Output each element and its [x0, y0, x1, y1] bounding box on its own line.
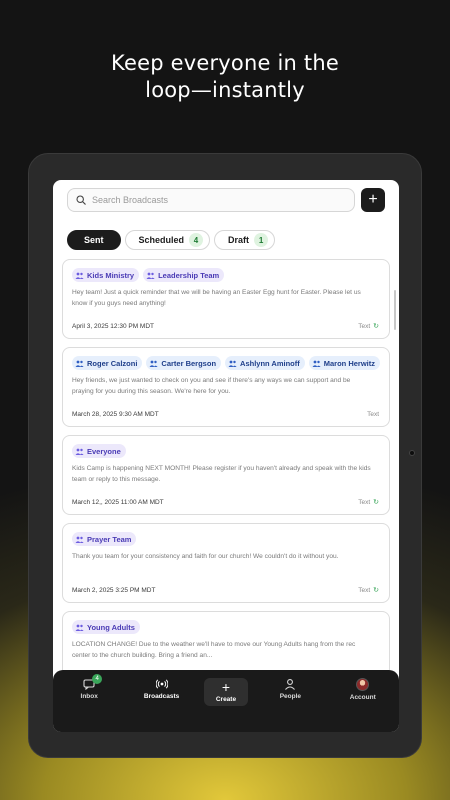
- broadcast-message: Hey friends, we just wanted to check on …: [72, 377, 351, 395]
- person-chip: Ashlynn Aminoff: [225, 356, 305, 370]
- group-chip: Kids Ministry: [72, 268, 140, 282]
- group-icon: [146, 272, 155, 279]
- broadcast-list: Kids Ministry Leadership Team Hey team! …: [62, 259, 390, 679]
- app-screen: + Sent Scheduled 4 Draft 1 Kids Minis: [53, 180, 399, 732]
- broadcast-message: Thank you team for your consistency and …: [72, 553, 339, 560]
- recipient-chips: Young Adults: [72, 620, 140, 634]
- nav-people-label: People: [279, 693, 302, 700]
- chip-label: Prayer Team: [87, 534, 132, 544]
- group-icon: [75, 536, 84, 543]
- broadcast-type-label: Text: [367, 411, 379, 418]
- nav-account[interactable]: Account: [333, 678, 393, 701]
- broadcast-card[interactable]: Young Adults LOCATION CHANGE! Due to the…: [62, 611, 390, 679]
- tab-scheduled-label: Scheduled: [138, 235, 185, 245]
- scrollbar[interactable]: [394, 290, 396, 330]
- bottom-nav: 4 Inbox Broadcasts + Create People Accou…: [53, 670, 399, 732]
- tab-sent[interactable]: Sent: [67, 230, 121, 250]
- chip-label: Maron Herwitz: [323, 358, 376, 368]
- broadcast-icon: [155, 679, 168, 689]
- headline: Keep everyone in the loop—instantly: [0, 50, 450, 104]
- group-chip: Young Adults: [72, 620, 140, 634]
- tablet-frame: + Sent Scheduled 4 Draft 1 Kids Minis: [28, 153, 422, 758]
- nav-broadcasts[interactable]: Broadcasts: [132, 678, 192, 700]
- broadcast-type-label: Text: [358, 586, 371, 594]
- group-icon: [75, 360, 84, 367]
- broadcast-date: March 2, 2025 3:25 PM MDT: [72, 587, 156, 594]
- search-icon: [76, 195, 86, 205]
- nav-inbox-label: Inbox: [80, 693, 98, 700]
- search-row: +: [67, 188, 385, 212]
- headline-line-2: loop—instantly: [145, 78, 305, 102]
- recipient-chips: Prayer Team: [72, 532, 137, 546]
- nav-create[interactable]: + Create: [203, 678, 248, 706]
- group-icon: [75, 272, 84, 279]
- broadcast-type: Text ↻: [358, 322, 379, 331]
- scheduled-count-badge: 4: [189, 233, 204, 247]
- nav-inbox[interactable]: 4 Inbox: [59, 674, 119, 700]
- broadcast-card[interactable]: Everyone Kids Camp is happening NEXT MON…: [62, 435, 390, 515]
- tab-scheduled[interactable]: Scheduled 4: [124, 230, 211, 250]
- chip-label: Young Adults: [87, 622, 135, 632]
- broadcast-message: Kids Camp is happening NEXT MONTH! Pleas…: [72, 465, 371, 483]
- group-icon: [228, 360, 237, 367]
- broadcast-date: March 12,, 2025 11:00 AM MDT: [72, 499, 164, 506]
- headline-line-1: Keep everyone in the: [111, 51, 339, 75]
- group-icon: [75, 624, 84, 631]
- group-chip: Prayer Team: [72, 532, 137, 546]
- chip-label: Kids Ministry: [87, 270, 135, 280]
- inbox-badge: 4: [92, 674, 103, 684]
- group-chip: Everyone: [72, 444, 126, 458]
- broadcast-type: Text ↻: [358, 498, 379, 507]
- broadcast-message: LOCATION CHANGE! Due to the weather we'l…: [72, 641, 356, 659]
- recipient-chips: Kids Ministry Leadership Team: [72, 268, 225, 282]
- sync-icon: ↻: [373, 587, 379, 594]
- broadcast-card[interactable]: Prayer Team Thank you team for your cons…: [62, 523, 390, 603]
- person-chip: Carter Bergson: [146, 356, 222, 370]
- group-icon: [149, 360, 159, 367]
- nav-account-label: Account: [349, 694, 376, 701]
- person-chip: Maron Herwitz: [308, 356, 381, 370]
- broadcast-message: Hey team! Just a quick reminder that we …: [72, 289, 361, 307]
- person-icon: [285, 679, 296, 690]
- sync-icon: ↻: [373, 323, 379, 330]
- broadcast-type-label: Text: [358, 322, 371, 330]
- person-chip: Roger Calzoni: [72, 356, 143, 370]
- recipient-chips: Roger Calzoni Carter Bergson Ashlynn Ami…: [72, 356, 381, 370]
- broadcast-card[interactable]: Kids Ministry Leadership Team Hey team! …: [62, 259, 390, 339]
- tab-sent-label: Sent: [84, 235, 104, 245]
- chip-label: Roger Calzoni: [87, 358, 138, 368]
- search-input[interactable]: [92, 195, 332, 205]
- group-icon: [75, 448, 84, 455]
- broadcast-type-label: Text: [358, 498, 371, 506]
- broadcast-tabs: Sent Scheduled 4 Draft 1: [67, 230, 276, 250]
- recipient-chips: Everyone: [72, 444, 126, 458]
- broadcast-date: April 3, 2025 12:30 PM MDT: [72, 323, 155, 330]
- sync-icon: ↻: [373, 499, 379, 506]
- broadcast-type: Text: [367, 411, 379, 418]
- tab-draft-label: Draft: [228, 235, 250, 245]
- tab-draft[interactable]: Draft 1: [214, 230, 276, 250]
- chip-label: Leadership Team: [158, 270, 220, 280]
- draft-count-badge: 1: [254, 233, 269, 247]
- chip-label: Carter Bergson: [161, 358, 217, 368]
- broadcast-card[interactable]: Roger Calzoni Carter Bergson Ashlynn Ami…: [62, 347, 390, 427]
- chip-label: Everyone: [87, 446, 121, 456]
- group-icon: [312, 360, 321, 367]
- nav-create-label: Create: [215, 696, 237, 703]
- chip-label: Ashlynn Aminoff: [240, 358, 300, 368]
- broadcast-date: March 28, 2025 9:30 AM MDT: [72, 411, 159, 418]
- add-broadcast-button[interactable]: +: [361, 188, 385, 212]
- group-chip: Leadership Team: [143, 268, 225, 282]
- nav-people[interactable]: People: [260, 678, 320, 700]
- search-box[interactable]: [67, 188, 355, 212]
- plus-icon: +: [221, 679, 231, 695]
- avatar: [356, 678, 370, 691]
- nav-broadcasts-label: Broadcasts: [143, 693, 180, 700]
- broadcast-type: Text ↻: [358, 586, 379, 595]
- camera-dot: [409, 450, 415, 456]
